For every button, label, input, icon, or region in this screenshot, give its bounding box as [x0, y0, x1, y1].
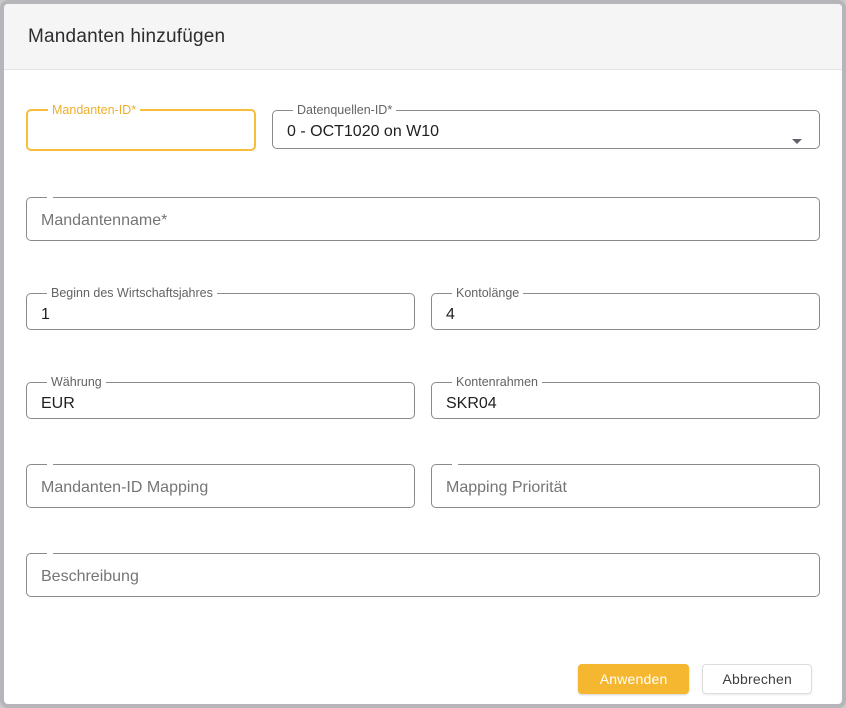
dialog-header: Mandanten hinzufügen: [4, 4, 842, 70]
mandanten-id-mapping-input[interactable]: [41, 477, 400, 499]
cancel-button[interactable]: Abbrechen: [702, 664, 812, 694]
mapping-prioritaet-input[interactable]: [446, 477, 805, 499]
kontolaenge-field[interactable]: Kontolänge: [431, 286, 820, 330]
datenquellen-id-selected-value: 0 - OCT1020 on W10: [287, 121, 805, 143]
wirtschaftsjahr-field[interactable]: Beginn des Wirtschaftsjahres: [26, 286, 415, 330]
kontenrahmen-input[interactable]: [446, 393, 805, 415]
dialog-actions: Anwenden Abbrechen: [26, 664, 820, 694]
dialog-form: Mandanten-ID* Datenquellen-ID* 0 - OCT10…: [4, 70, 842, 694]
dialog-title: Mandanten hinzufügen: [28, 26, 225, 48]
mapping-prioritaet-field[interactable]: [431, 464, 820, 508]
wirtschaftsjahr-label: Beginn des Wirtschaftsjahres: [47, 286, 217, 300]
mandanten-id-field[interactable]: Mandanten-ID*: [26, 103, 256, 151]
row-fiscalyear-accountlength: Beginn des Wirtschaftsjahres Kontolänge: [26, 286, 820, 330]
mandanten-id-mapping-field[interactable]: [26, 464, 415, 508]
row-id-source: Mandanten-ID* Datenquellen-ID* 0 - OCT10…: [26, 103, 820, 151]
kontenrahmen-label: Kontenrahmen: [452, 375, 542, 389]
row-currency-chart: Währung Kontenrahmen: [26, 375, 820, 419]
mandanten-id-input[interactable]: [42, 121, 240, 143]
mandantenname-field[interactable]: [26, 197, 820, 241]
kontolaenge-label: Kontolänge: [452, 286, 523, 300]
apply-button[interactable]: Anwenden: [578, 664, 690, 694]
waehrung-label: Währung: [47, 375, 106, 389]
add-client-dialog: Mandanten hinzufügen Mandanten-ID* Daten…: [0, 0, 846, 708]
caret-down-icon: [792, 139, 802, 144]
waehrung-field[interactable]: Währung: [26, 375, 415, 419]
kontenrahmen-field[interactable]: Kontenrahmen: [431, 375, 820, 419]
row-description: [26, 553, 820, 597]
datenquellen-id-label: Datenquellen-ID*: [293, 103, 396, 117]
row-name: [26, 197, 820, 241]
beschreibung-input[interactable]: [41, 566, 805, 588]
wirtschaftsjahr-input[interactable]: [41, 304, 400, 326]
waehrung-input[interactable]: [41, 393, 400, 415]
beschreibung-field[interactable]: [26, 553, 820, 597]
kontolaenge-input[interactable]: [446, 304, 805, 326]
row-mapping: [26, 464, 820, 508]
mandantenname-input[interactable]: [41, 210, 805, 232]
datenquellen-id-select[interactable]: Datenquellen-ID* 0 - OCT1020 on W10: [272, 103, 820, 149]
mandanten-id-label: Mandanten-ID*: [48, 103, 140, 117]
